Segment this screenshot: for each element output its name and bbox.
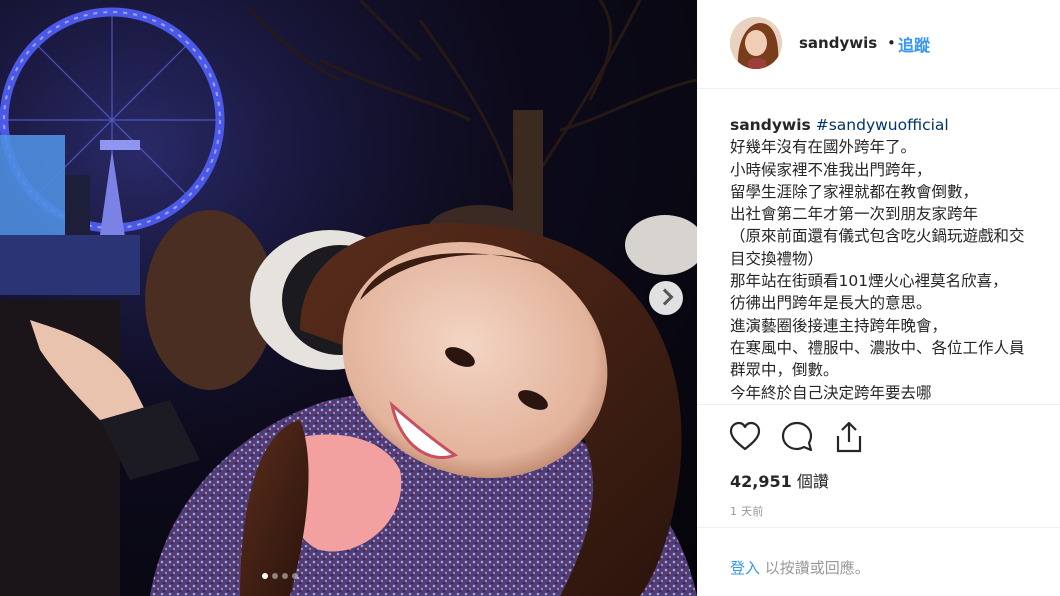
avatar-image: [730, 17, 782, 69]
caption-line: 在寒風中、禮服中、濃妝中、各位工作人員: [730, 338, 1025, 357]
caption-line: 出社會第二年才第一次到朋友家跨年: [730, 205, 979, 224]
carousel-next-button[interactable]: [649, 281, 683, 315]
chevron-right-icon: [656, 288, 674, 306]
action-bar: [728, 420, 888, 456]
login-prompt-text: 以按讚或回應。: [764, 559, 870, 577]
carousel-dot: [272, 573, 278, 579]
caption-line: 今年終於自己決定跨年要去哪: [730, 383, 932, 402]
like-button[interactable]: [728, 420, 764, 456]
post-header: sandywis • 追蹤: [697, 0, 1060, 88]
caption-line: 群眾中，倒數。: [730, 361, 839, 380]
caption-text: 好幾年沒有在國外跨年了。 小時候家裡不准我出門跨年， 留學生涯除了家裡就都在教會倒數…: [730, 136, 1060, 404]
comment-button[interactable]: [780, 420, 816, 456]
likes-label: 個讚: [796, 472, 829, 491]
comment-icon: [781, 421, 813, 452]
carousel-dot: [292, 573, 298, 579]
post-caption: sandywis #sandywuofficial 好幾年沒有在國外跨年了。 小時…: [730, 114, 1060, 404]
avatar[interactable]: [730, 17, 782, 69]
caption-line: 好幾年沒有在國外跨年了。: [730, 138, 917, 157]
caption-username[interactable]: sandywis: [730, 116, 811, 134]
divider: [697, 88, 1060, 89]
divider: [697, 527, 1060, 528]
likes-number: 42,951: [730, 472, 792, 491]
carousel-dot: [262, 573, 268, 579]
carousel-indicator: [262, 573, 298, 579]
caption-line: 留學生涯除了家裡就都在教會倒數，: [730, 182, 979, 201]
caption-line: 那年站在街頭看101煙火心裡莫名欣喜，: [730, 272, 1008, 291]
post-sidebar: sandywis • 追蹤 sandywis #sandywuofficial …: [697, 0, 1060, 596]
caption-line: 目交換禮物）: [730, 249, 824, 268]
caption-line: 小時候家裡不准我出門跨年，: [730, 160, 932, 179]
caption-line: （原來前面還有儀式包含吃火鍋玩遊戲和交: [730, 227, 1025, 246]
photo-scene: [0, 0, 697, 596]
caption-first-line: sandywis #sandywuofficial: [730, 114, 1060, 136]
hashtag-link[interactable]: #sandywuofficial: [816, 116, 949, 134]
share-icon: [836, 421, 862, 453]
separator-dot: •: [887, 34, 896, 52]
login-link[interactable]: 登入: [730, 559, 760, 577]
follow-button[interactable]: 追蹤: [898, 32, 930, 56]
caption-line: 進演藝圈後接連主持跨年晚會，: [730, 316, 948, 335]
post-photo[interactable]: [0, 0, 697, 596]
username-link[interactable]: sandywis: [799, 34, 877, 52]
post-timestamp[interactable]: 1 天前: [730, 503, 764, 519]
caption-line: 彷彿出門跨年是長大的意思。: [730, 294, 932, 313]
login-prompt: 登入 以按讚或回應。: [730, 557, 870, 578]
likes-count[interactable]: 42,951 個讚: [730, 468, 829, 492]
share-button[interactable]: [832, 420, 868, 456]
heart-icon: [729, 421, 761, 451]
carousel-dot: [282, 573, 288, 579]
divider: [697, 404, 1060, 405]
